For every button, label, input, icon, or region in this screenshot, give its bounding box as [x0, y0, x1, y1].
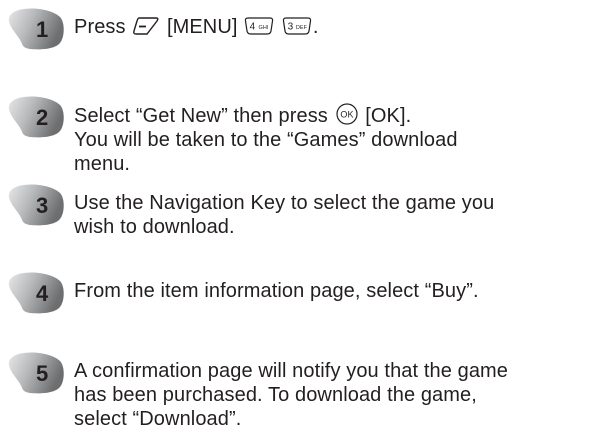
- step-text-line: wish to download.: [74, 215, 610, 239]
- step-text-run: has been purchased. To download the game…: [74, 384, 477, 406]
- step-text-line: menu.: [74, 152, 610, 176]
- step-text-run: [OK].: [359, 105, 412, 127]
- step-number: 2: [36, 105, 49, 130]
- instructions-page: { "steps": [ { "number": "1", "lines": […: [0, 0, 614, 437]
- step-text: Press [MENU] 4 GHI 3 DEF.: [74, 15, 610, 39]
- svg-text:3: 3: [288, 22, 294, 33]
- step-number-badge: 3: [4, 183, 66, 227]
- step-text-run: You will be taken to the “Games” downloa…: [74, 129, 458, 151]
- step-text-line: You will be taken to the “Games” downloa…: [74, 128, 610, 152]
- svg-text:OK: OK: [340, 110, 353, 120]
- step-text-line: From the item information page, select “…: [74, 279, 610, 303]
- step-text-run: Select “Get New” then press: [74, 105, 334, 127]
- step-number-badge: 5: [4, 351, 66, 395]
- ok-key-icon: OK: [335, 103, 359, 125]
- step-text-run: A confirmation page will notify you that…: [74, 360, 509, 382]
- step-text-line: select “Download”.: [74, 407, 610, 431]
- step-text-line: Use the Navigation Key to select the gam…: [74, 191, 610, 215]
- key-4-icon: 4 GHI: [244, 16, 274, 36]
- step-number-badge: 1: [4, 7, 66, 51]
- svg-text:4: 4: [250, 22, 256, 33]
- step-text-line: Press [MENU] 4 GHI 3 DEF.: [74, 15, 610, 39]
- step-text-run: Use the Navigation Key to select the gam…: [74, 192, 495, 214]
- svg-text:DEF: DEF: [296, 25, 308, 31]
- svg-text:GHI: GHI: [259, 25, 269, 31]
- step-text: Use the Navigation Key to select the gam…: [74, 191, 610, 239]
- step-number: 3: [36, 193, 49, 218]
- menu-softkey-icon: [132, 16, 160, 36]
- step-number-badge: 4: [4, 271, 66, 315]
- step-text-line: has been purchased. To download the game…: [74, 383, 610, 407]
- step-text-run: Press: [74, 16, 132, 38]
- step-text: Select “Get New” then press OK [OK]. You …: [74, 103, 610, 176]
- step-number: 1: [36, 17, 49, 42]
- step-number: 4: [36, 281, 49, 306]
- step-text-run: From the item information page, select “…: [74, 280, 479, 302]
- step-text-run: wish to download.: [74, 216, 235, 238]
- step-text-line: Select “Get New” then press OK [OK].: [74, 103, 610, 128]
- step-text-run: select “Download”.: [74, 408, 242, 430]
- step-text-line: A confirmation page will notify you that…: [74, 359, 610, 383]
- step-text: From the item information page, select “…: [74, 279, 610, 303]
- step-text-run: [275, 16, 281, 38]
- step-number-badge: 2: [4, 95, 66, 139]
- key-3-icon: 3 DEF: [282, 16, 312, 36]
- step-text-run: [MENU]: [161, 16, 244, 38]
- step-text-run: menu.: [74, 153, 131, 175]
- step-text: A confirmation page will notify you that…: [74, 359, 610, 431]
- step-text-run: .: [312, 16, 319, 38]
- step-number: 5: [36, 361, 49, 386]
